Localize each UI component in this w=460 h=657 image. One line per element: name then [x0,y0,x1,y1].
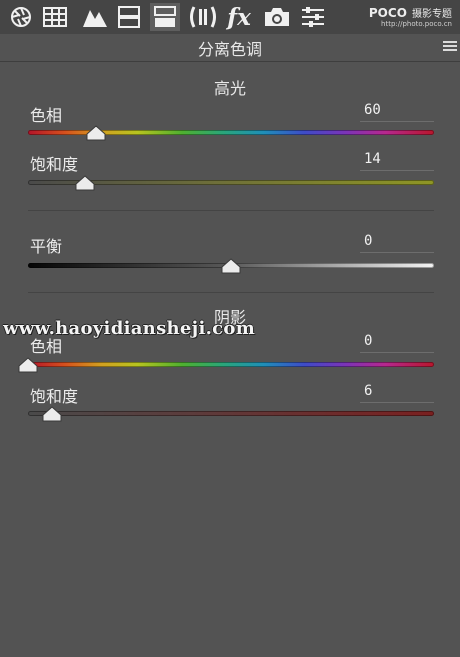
hsl-icon[interactable] [114,3,144,31]
panel-title-divider [0,61,460,62]
site-watermark: www.haoyidianshejі.com [3,318,256,339]
highlights-title: 高光 [213,79,246,98]
highlights-hue-value[interactable]: 60 [360,102,434,122]
shadows-saturation-slider[interactable] [28,411,434,416]
fx-label: fx [227,3,251,31]
highlights-hue-label: 色相 [30,106,63,125]
split-toning-icon[interactable] [150,3,180,31]
brand-logo: POCO [368,6,407,20]
brand-name: 摄影专题 [412,9,452,20]
highlights-saturation-value[interactable]: 14 [360,151,434,171]
balance-value[interactable]: 0 [360,233,434,253]
brand-url: http://photo.poco.cn [381,20,452,28]
grid-icon[interactable] [40,3,70,31]
fx-icon[interactable]: fx [224,3,254,31]
shadows-hue-value[interactable]: 0 [360,333,434,353]
brand-watermark: POCO 摄影专题 http://photo.poco.cn [352,2,452,28]
balance-label: 平衡 [30,237,63,256]
aperture-icon[interactable] [6,3,36,31]
section-divider [28,292,434,293]
shadows-saturation-label: 饱和度 [30,387,79,406]
shadows-saturation-value[interactable]: 6 [360,383,434,403]
shadows-hue-slider[interactable] [28,362,434,367]
tone-curve-icon[interactable] [80,3,110,31]
presets-sliders-icon[interactable] [298,3,328,31]
lens-correction-icon[interactable] [188,3,218,31]
section-divider [28,210,434,211]
camera-icon[interactable] [262,3,292,31]
highlights-saturation-label: 饱和度 [30,155,79,174]
panel-title: 分离色调 [197,40,262,59]
panel-menu-icon[interactable] [443,41,457,52]
module-toolbar: fx POCO 摄影专题 http://photo.poco.cn [0,0,460,34]
